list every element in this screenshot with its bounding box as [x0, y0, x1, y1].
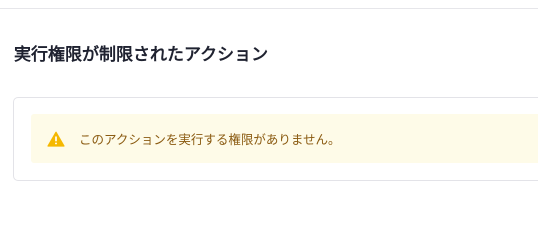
top-divider	[0, 8, 538, 9]
content-card: このアクションを実行する権限がありません。	[13, 97, 538, 181]
page-title: 実行権限が制限されたアクション	[14, 45, 269, 65]
permission-warning-alert: このアクションを実行する権限がありません。	[31, 114, 538, 163]
warning-icon	[47, 131, 65, 147]
page: 実行権限が制限されたアクション このアクションを実行する権限がありません。	[0, 0, 538, 248]
alert-message: このアクションを実行する権限がありません。	[79, 132, 341, 147]
